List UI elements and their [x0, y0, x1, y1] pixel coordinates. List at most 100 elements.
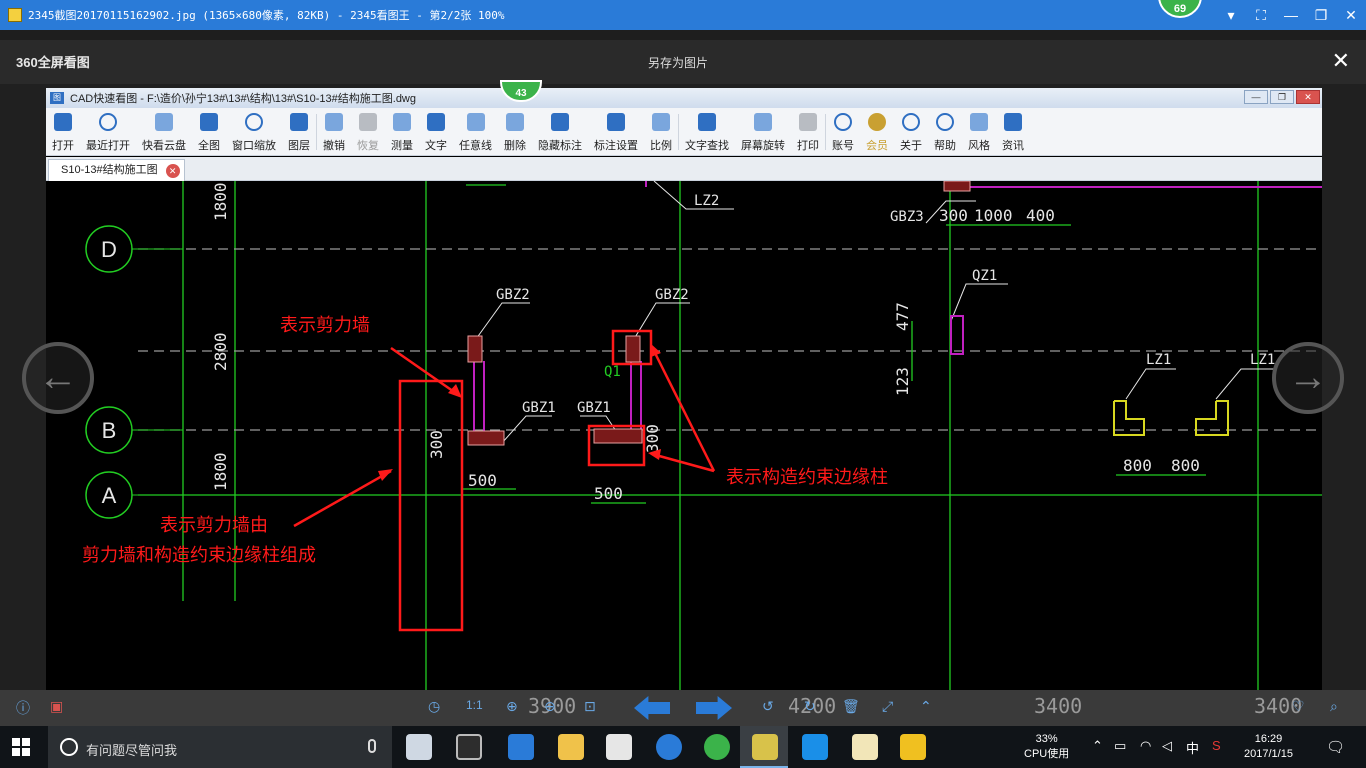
windows-start-icon[interactable]	[12, 738, 30, 756]
volume-icon[interactable]: ◁	[1162, 738, 1172, 754]
edge-swirl-icon[interactable]	[456, 734, 482, 760]
arrow-column-bottom	[651, 452, 715, 473]
toolbar-button-pencil[interactable]: 任意线	[453, 108, 498, 156]
axis-label-b: B	[102, 418, 117, 443]
toolbar-button-history[interactable]: 最近打开	[80, 108, 136, 156]
toolbar-button-cloud[interactable]: 快看云盘	[136, 108, 192, 156]
actual-size-button[interactable]: 1:1	[466, 698, 483, 712]
store-icon[interactable]	[606, 734, 632, 760]
more-up-icon[interactable]: ⌃	[920, 698, 932, 715]
next-image-bottom-arrow-icon[interactable]	[696, 696, 732, 720]
toolbar-label: 最近打开	[86, 140, 130, 152]
toolbar-button-fit-all[interactable]: 全图	[192, 108, 226, 156]
fit-window-icon[interactable]: ⊡	[584, 698, 596, 715]
edge-browser-icon[interactable]	[508, 734, 534, 760]
toolbar-button-rotate-screen[interactable]: 屏幕旋转	[735, 108, 791, 156]
toolbar-button-redo[interactable]: 恢复	[351, 108, 385, 156]
close-button[interactable]: ✕	[1336, 0, 1366, 30]
zoom-in-icon[interactable]: ⊕	[506, 698, 518, 715]
sogou-ime-icon[interactable]: S	[1212, 738, 1221, 753]
cpu-label: CPU使用	[1024, 748, 1070, 760]
toolbar-button-text-search[interactable]: 文字查找	[679, 108, 735, 156]
dim-477: 477	[893, 302, 912, 331]
next-image-arrow-icon[interactable]: →	[1272, 342, 1344, 414]
browser-2345-icon[interactable]	[656, 734, 682, 760]
layers-icon	[290, 113, 308, 131]
help-icon	[936, 113, 954, 131]
toolbar-button-text[interactable]: 文字	[419, 108, 453, 156]
notes-app-icon[interactable]	[900, 734, 926, 760]
system-clock[interactable]: 16:29 2017/1/15	[1244, 732, 1293, 762]
task-view-icon[interactable]	[406, 734, 432, 760]
arrowhead	[650, 343, 661, 357]
microphone-icon[interactable]	[368, 739, 376, 753]
cad-minimize-button[interactable]: —	[1244, 90, 1268, 104]
wifi-icon[interactable]: ◠	[1140, 738, 1151, 754]
cad-score-badge[interactable]: 43	[500, 80, 542, 102]
qq-icon[interactable]	[802, 734, 828, 760]
clock-time: 16:29	[1254, 733, 1283, 745]
info-icon	[902, 113, 920, 131]
prev-image-arrow-icon[interactable]	[634, 696, 670, 720]
horizontal-dimensions: 300 1000 400 500 500 800 800	[468, 206, 1200, 503]
fullscreen-icon[interactable]: ⛶	[1246, 0, 1276, 30]
notification-center-icon[interactable]: 🗨	[1326, 738, 1345, 756]
browser-360-icon[interactable]	[704, 734, 730, 760]
score-badge[interactable]: 69	[1158, 0, 1202, 18]
dim-500-left: 500	[468, 471, 497, 490]
toolbar-button-news[interactable]: 资讯	[996, 108, 1030, 156]
viewer-close-icon[interactable]: ✕	[1332, 48, 1350, 74]
toolbar-label: 文字查找	[685, 140, 729, 152]
rotate-right-icon[interactable]: ↻	[804, 698, 816, 715]
toolbar-button-window-zoom[interactable]: 窗口缩放	[226, 108, 282, 156]
dim-2800: 2800	[211, 332, 230, 371]
image-edit-icon[interactable]: ▣	[50, 698, 63, 715]
previous-image-arrow-icon[interactable]: ←	[22, 342, 94, 414]
battery-icon[interactable]: ▭	[1114, 738, 1126, 754]
cad-restore-button[interactable]: ❐	[1270, 90, 1294, 104]
redo-icon	[359, 113, 377, 131]
cad-close-button[interactable]: ✕	[1296, 90, 1320, 104]
tab-drawing[interactable]: S10-13#结构施工图 ✕	[48, 159, 185, 181]
file-explorer-icon[interactable]	[558, 734, 584, 760]
toolbar-button-vip[interactable]: 会员	[860, 108, 894, 156]
label-gbz1-right: GBZ1	[577, 400, 611, 416]
restore-button[interactable]: ❐	[1306, 0, 1336, 30]
favorite-heart-icon[interactable]: ♡	[1292, 698, 1305, 715]
info-icon[interactable]: ⓘ	[16, 698, 30, 718]
help-doc-icon[interactable]	[852, 734, 878, 760]
open-external-icon[interactable]: ⤢	[882, 698, 893, 715]
chevron-down-icon[interactable]: ▾	[1216, 0, 1246, 30]
cortana-search-box[interactable]: 有问题尽管问我	[48, 726, 392, 768]
tray-expand-icon[interactable]: ⌃	[1092, 738, 1103, 754]
rotate-left-icon[interactable]: ↺	[762, 698, 774, 715]
zoom-out-icon[interactable]: ⊖	[544, 698, 556, 715]
image-viewer-2345-icon[interactable]	[752, 734, 778, 760]
toolbar-button-measure[interactable]: 测量	[385, 108, 419, 156]
toolbar-button-style[interactable]: 风格	[962, 108, 996, 156]
clock-icon[interactable]: ◷	[428, 698, 440, 715]
save-as-image-button[interactable]: 另存为图片	[648, 54, 708, 71]
tab-close-icon[interactable]: ✕	[165, 164, 180, 178]
toolbar-button-folder[interactable]: 打开	[46, 108, 80, 156]
window-zoom-icon	[245, 113, 263, 131]
cad-drawing-canvas[interactable]: D B A 1800 2800 1800 477 123 300 300 300	[46, 181, 1322, 690]
toolbar-button-help[interactable]: 帮助	[928, 108, 962, 156]
toolbar-button-info[interactable]: 关于	[894, 108, 928, 156]
minimize-button[interactable]: —	[1276, 0, 1306, 30]
toolbar-label: 任意线	[459, 140, 492, 152]
delete-icon[interactable]: 🗑	[842, 698, 860, 715]
cpu-usage[interactable]: 33% CPU使用	[1024, 732, 1069, 762]
toolbar-label: 打开	[52, 140, 74, 152]
toolbar-button-hide-eye[interactable]: 隐藏标注	[532, 108, 588, 156]
input-method-indicator[interactable]: 中	[1186, 738, 1199, 757]
toolbar-button-dimension-settings[interactable]: 标注设置	[588, 108, 644, 156]
toolbar-button-undo[interactable]: 撤销	[317, 108, 351, 156]
window-controls: ▾ ⛶ — ❐ ✕	[1216, 0, 1366, 30]
toolbar-button-scale[interactable]: 比例	[644, 108, 678, 156]
toolbar-button-user[interactable]: 账号	[826, 108, 860, 156]
toolbar-button-layers[interactable]: 图层	[282, 108, 316, 156]
locate-file-icon[interactable]: ⌕	[1330, 698, 1338, 715]
toolbar-button-printer[interactable]: 打印	[791, 108, 825, 156]
toolbar-button-eraser[interactable]: 删除	[498, 108, 532, 156]
